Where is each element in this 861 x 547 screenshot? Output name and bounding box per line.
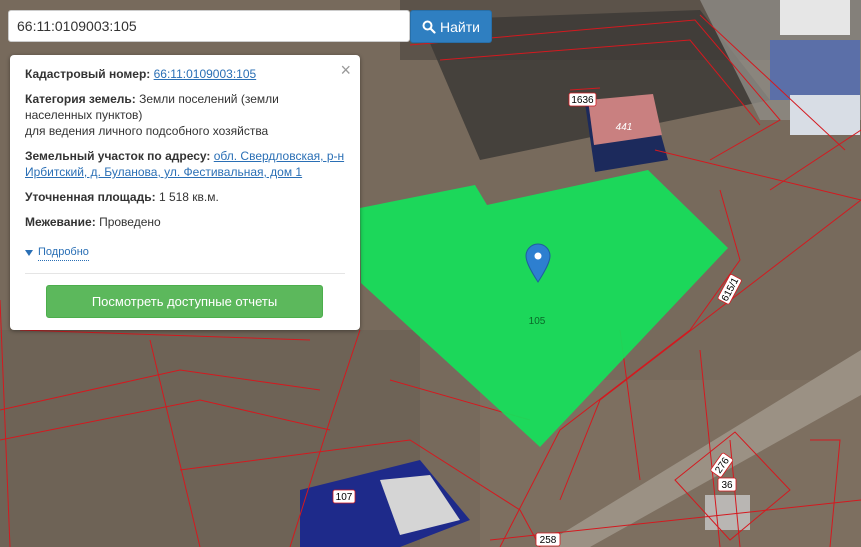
address-link-cont[interactable]: Ирбитский, д. Буланова, ул. Фестивальная… (25, 165, 302, 179)
address-label: Земельный участок по адресу: (25, 149, 211, 163)
area-row: Уточненная площадь: 1 518 кв.м. (25, 189, 346, 205)
building-roof (780, 0, 850, 35)
parcel-label: 258 (540, 535, 557, 546)
parcel-label: 441 (616, 122, 633, 133)
chevron-down-icon (25, 249, 33, 256)
area-label: Уточненная площадь: (25, 190, 156, 204)
details-toggle[interactable]: Подробно (25, 244, 346, 261)
building-roof (790, 95, 860, 135)
address-link[interactable]: обл. Свердловская, р-н (214, 149, 344, 163)
divider (25, 273, 345, 274)
details-toggle-label: Подробно (38, 244, 89, 261)
parcel-info-popup: × Кадастровый номер: 66:11:0109003:105 К… (10, 55, 360, 330)
survey-label: Межевание: (25, 215, 96, 229)
survey-value: Проведено (99, 215, 161, 229)
search-button[interactable]: Найти (410, 10, 492, 43)
parcel-label: 1636 (571, 95, 594, 106)
category-value: Земли поселений (земли (139, 92, 279, 106)
address-row: Земельный участок по адресу: обл. Свердл… (25, 148, 346, 180)
close-icon[interactable]: × (340, 61, 351, 79)
search-input[interactable] (8, 10, 410, 42)
search-icon (422, 20, 436, 34)
building-roof (770, 40, 860, 100)
area-value: 1 518 кв.м. (158, 190, 219, 204)
cadastral-link[interactable]: 66:11:0109003:105 (154, 67, 257, 81)
cadastral-label: Кадастровый номер: (25, 67, 151, 81)
cadastral-row: Кадастровый номер: 66:11:0109003:105 (25, 66, 346, 82)
parcel-label: 36 (721, 480, 733, 491)
survey-row: Межевание: Проведено (25, 214, 346, 230)
selected-parcel-label: 105 (529, 316, 546, 327)
parcel-label: 107 (336, 492, 353, 503)
search-button-label: Найти (440, 18, 480, 35)
category-row: Категория земель: Земли поселений (земли… (25, 91, 346, 139)
view-reports-button[interactable]: Посмотреть доступные отчеты (46, 285, 323, 318)
category-label: Категория земель: (25, 92, 136, 106)
category-value-cont: населенных пунктов) (25, 108, 143, 122)
usage-value: для ведения личного подсобного хозяйства (25, 124, 269, 138)
